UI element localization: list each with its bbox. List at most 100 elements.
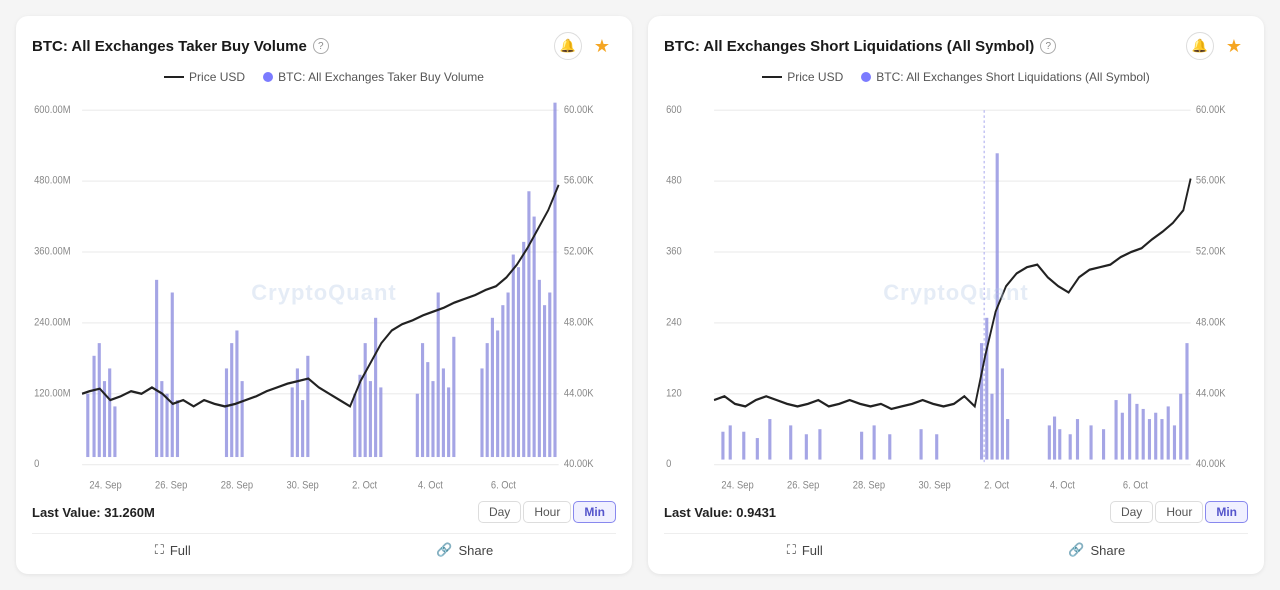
help-icon-2[interactable]: ? xyxy=(1040,38,1056,54)
help-icon-1[interactable]: ? xyxy=(313,38,329,54)
svg-text:28. Sep: 28. Sep xyxy=(221,480,253,492)
full-button-1[interactable]: ⛶ Full xyxy=(155,542,191,558)
full-button-2[interactable]: ⛶ Full xyxy=(787,542,823,558)
svg-text:0: 0 xyxy=(34,458,39,470)
full-icon-1: ⛶ xyxy=(155,542,164,558)
legend-price-1: Price USD xyxy=(164,70,245,84)
full-label-1: Full xyxy=(170,543,191,558)
min-btn-1[interactable]: Min xyxy=(573,501,616,523)
svg-text:2. Oct: 2. Oct xyxy=(352,480,377,492)
share-icon-2: 🔗 xyxy=(1068,542,1084,558)
svg-text:480: 480 xyxy=(666,175,682,187)
legend-price-2: Price USD xyxy=(762,70,843,84)
header-icons-2: 🔔 ★ xyxy=(1186,32,1248,60)
svg-text:28. Sep: 28. Sep xyxy=(853,480,885,492)
svg-text:40.00K: 40.00K xyxy=(564,458,594,470)
svg-text:30. Sep: 30. Sep xyxy=(918,480,950,492)
svg-text:48.00K: 48.00K xyxy=(1196,317,1226,329)
day-btn-2[interactable]: Day xyxy=(1110,501,1153,523)
legend-dot-2 xyxy=(861,72,871,82)
legend-volume-2: BTC: All Exchanges Short Liquidations (A… xyxy=(861,70,1149,84)
svg-text:240.00M: 240.00M xyxy=(34,317,70,329)
legend-1: Price USD BTC: All Exchanges Taker Buy V… xyxy=(32,70,616,84)
svg-text:600.00M: 600.00M xyxy=(34,104,70,116)
share-button-2[interactable]: 🔗 Share xyxy=(1068,542,1125,558)
svg-text:120: 120 xyxy=(666,388,682,400)
hour-btn-1[interactable]: Hour xyxy=(523,501,571,523)
legend-volume-1: BTC: All Exchanges Taker Buy Volume xyxy=(263,70,484,84)
svg-text:4. Oct: 4. Oct xyxy=(1050,480,1075,492)
legend-line-2 xyxy=(762,76,782,78)
svg-text:26. Sep: 26. Sep xyxy=(787,480,819,492)
share-label-2: Share xyxy=(1091,543,1126,558)
full-icon-2: ⛶ xyxy=(787,542,796,558)
share-button-1[interactable]: 🔗 Share xyxy=(436,542,493,558)
last-value-2: Last Value: 0.9431 xyxy=(664,505,776,520)
chart-title-2: BTC: All Exchanges Short Liquidations (A… xyxy=(664,38,1034,55)
star-button-2[interactable]: ★ xyxy=(1220,32,1248,60)
svg-text:24. Sep: 24. Sep xyxy=(89,480,121,492)
svg-text:52.00K: 52.00K xyxy=(1196,246,1226,258)
svg-text:4. Oct: 4. Oct xyxy=(418,480,443,492)
card-header-1: BTC: All Exchanges Taker Buy Volume ? 🔔 … xyxy=(32,32,616,60)
chart-area-1: CryptoQuant 600.00M 480.00M 360.00M 240.… xyxy=(32,90,616,495)
card-bottom-1: ⛶ Full 🔗 Share xyxy=(32,533,616,558)
bell-icon-2: 🔔 xyxy=(1192,38,1208,54)
bell-button-1[interactable]: 🔔 xyxy=(554,32,582,60)
legend-volume-label-1: BTC: All Exchanges Taker Buy Volume xyxy=(278,70,484,84)
full-label-2: Full xyxy=(802,543,823,558)
last-value-1: Last Value: 31.260M xyxy=(32,505,155,520)
chart-svg-1: 600.00M 480.00M 360.00M 240.00M 120.00M … xyxy=(32,90,616,495)
bell-icon-1: 🔔 xyxy=(560,38,576,54)
last-value-label-2: Last Value: xyxy=(664,505,733,520)
last-value-number-2: 0.9431 xyxy=(736,505,776,520)
share-icon-1: 🔗 xyxy=(436,542,452,558)
svg-text:52.00K: 52.00K xyxy=(564,246,594,258)
legend-2: Price USD BTC: All Exchanges Short Liqui… xyxy=(664,70,1248,84)
chart-footer-1: Last Value: 31.260M Day Hour Min xyxy=(32,501,616,523)
last-value-number-1: 31.260M xyxy=(104,505,155,520)
legend-price-label-1: Price USD xyxy=(189,70,245,84)
title-row-1: BTC: All Exchanges Taker Buy Volume ? xyxy=(32,38,329,55)
svg-text:48.00K: 48.00K xyxy=(564,317,594,329)
legend-volume-label-2: BTC: All Exchanges Short Liquidations (A… xyxy=(876,70,1149,84)
chart-title-1: BTC: All Exchanges Taker Buy Volume xyxy=(32,38,307,55)
svg-text:24. Sep: 24. Sep xyxy=(721,480,753,492)
svg-text:6. Oct: 6. Oct xyxy=(491,480,516,492)
chart-footer-2: Last Value: 0.9431 Day Hour Min xyxy=(664,501,1248,523)
star-icon-1: ★ xyxy=(594,36,610,57)
svg-text:40.00K: 40.00K xyxy=(1196,458,1226,470)
svg-text:60.00K: 60.00K xyxy=(564,104,594,116)
time-buttons-1: Day Hour Min xyxy=(478,501,616,523)
svg-text:26. Sep: 26. Sep xyxy=(155,480,187,492)
min-btn-2[interactable]: Min xyxy=(1205,501,1248,523)
legend-line-1 xyxy=(164,76,184,78)
legend-dot-1 xyxy=(263,72,273,82)
card-header-2: BTC: All Exchanges Short Liquidations (A… xyxy=(664,32,1248,60)
star-button-1[interactable]: ★ xyxy=(588,32,616,60)
svg-text:240: 240 xyxy=(666,317,682,329)
svg-text:0: 0 xyxy=(666,458,671,470)
svg-text:600: 600 xyxy=(666,104,682,116)
svg-text:56.00K: 56.00K xyxy=(564,175,594,187)
share-label-1: Share xyxy=(459,543,494,558)
svg-text:120.00M: 120.00M xyxy=(34,388,70,400)
svg-text:360: 360 xyxy=(666,246,682,258)
day-btn-1[interactable]: Day xyxy=(478,501,521,523)
card-bottom-2: ⛶ Full 🔗 Share xyxy=(664,533,1248,558)
svg-text:6. Oct: 6. Oct xyxy=(1123,480,1148,492)
svg-text:2. Oct: 2. Oct xyxy=(984,480,1009,492)
svg-text:56.00K: 56.00K xyxy=(1196,175,1226,187)
legend-price-label-2: Price USD xyxy=(787,70,843,84)
svg-text:360.00M: 360.00M xyxy=(34,246,70,258)
header-icons-1: 🔔 ★ xyxy=(554,32,616,60)
svg-text:480.00M: 480.00M xyxy=(34,175,70,187)
title-row-2: BTC: All Exchanges Short Liquidations (A… xyxy=(664,38,1056,55)
star-icon-2: ★ xyxy=(1226,36,1242,57)
svg-text:30. Sep: 30. Sep xyxy=(286,480,318,492)
hour-btn-2[interactable]: Hour xyxy=(1155,501,1203,523)
chart-area-2: CryptoQuant 600 480 360 240 120 0 60.00K… xyxy=(664,90,1248,495)
svg-text:44.00K: 44.00K xyxy=(564,388,594,400)
bell-button-2[interactable]: 🔔 xyxy=(1186,32,1214,60)
chart-svg-2: 600 480 360 240 120 0 60.00K 56.00K 52.0… xyxy=(664,90,1248,495)
